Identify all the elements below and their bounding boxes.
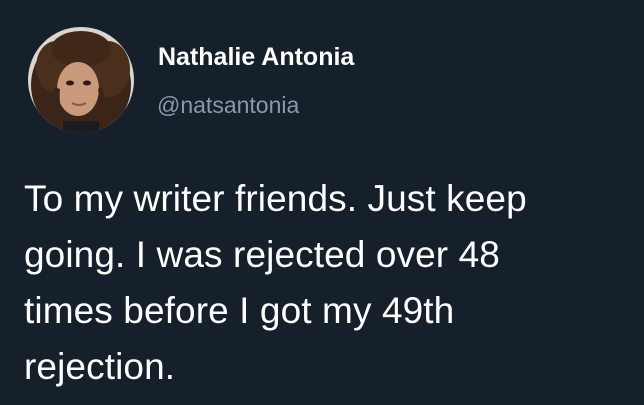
author-display-name[interactable]: Nathalie Antonia: [158, 43, 354, 72]
tweet-text-line: To my writer friends. Just keep: [24, 178, 527, 219]
profile-photo-icon: [28, 27, 134, 133]
tweet-card: Nathalie Antonia @natsantonia To my writ…: [0, 0, 644, 405]
tweet-text-line: times before I got my 49th: [24, 290, 455, 331]
tweet-text-line: going. I was rejected over 48: [24, 234, 500, 275]
avatar[interactable]: [28, 27, 134, 133]
tweet-text: To my writer friends. Just keep going. I…: [24, 171, 624, 395]
author-handle[interactable]: @natsantonia: [157, 92, 299, 119]
tweet-text-line: rejection.: [24, 346, 176, 387]
